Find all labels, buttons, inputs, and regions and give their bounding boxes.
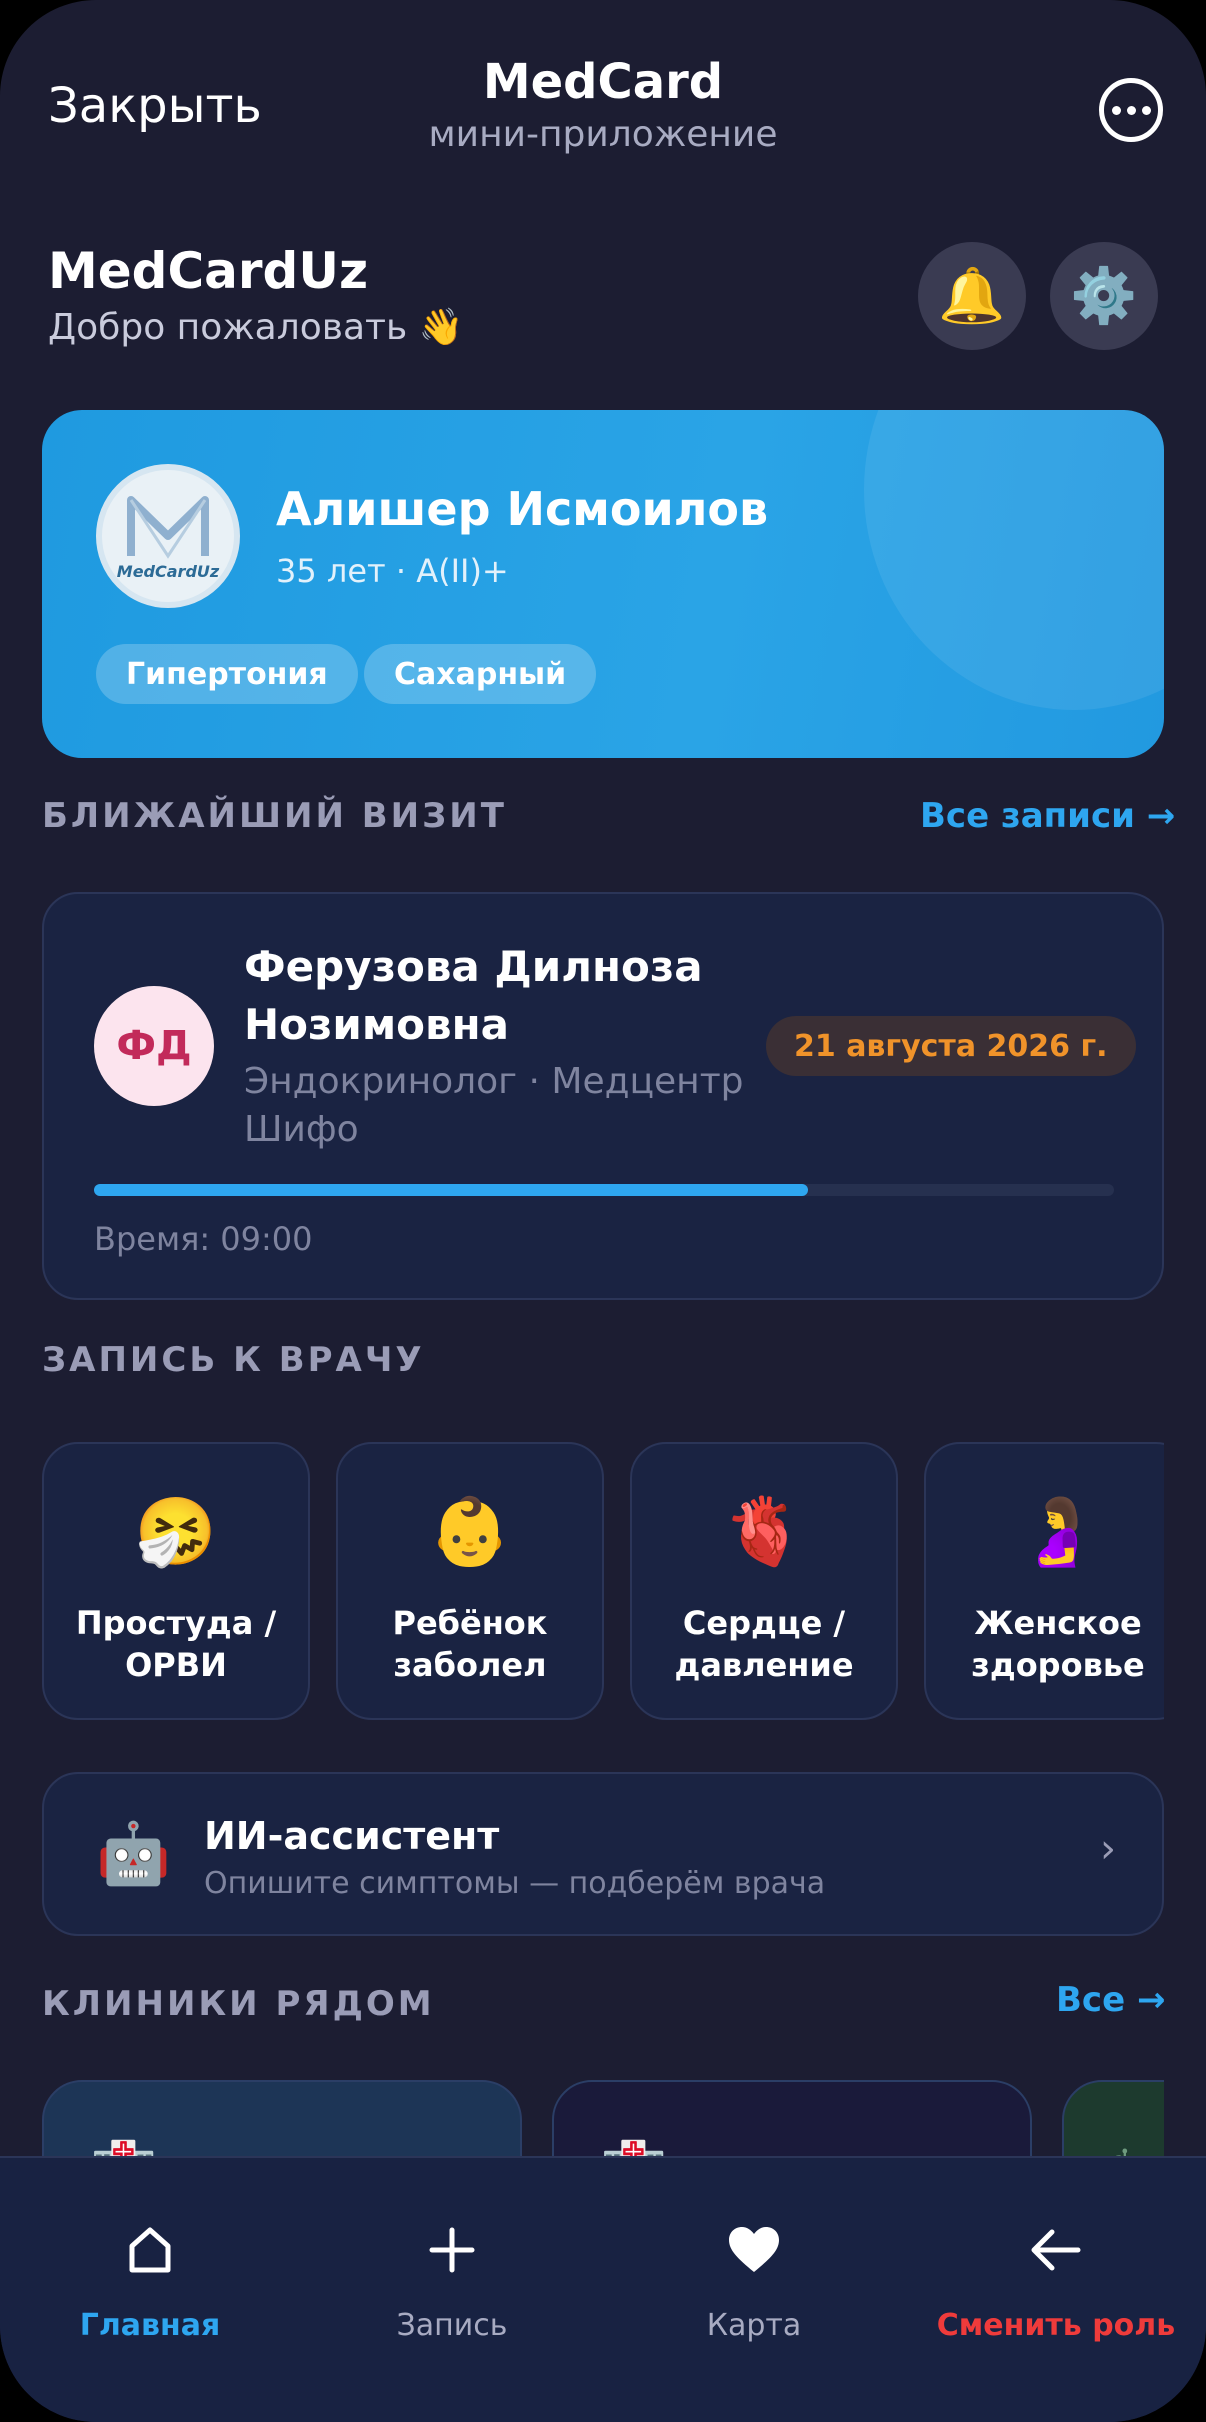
chevron-right-icon: › [1100, 1826, 1116, 1872]
welcome-text: Добро пожаловать 👋 [48, 307, 464, 348]
bottom-navigation: Главная Запись Карта Сменить роль [0, 2156, 1206, 2422]
clinic-card[interactable]: ⚕ [1062, 2080, 1164, 2160]
visit-progress-bar [94, 1184, 1114, 1196]
sneezing-face-icon: 🤧 [134, 1493, 218, 1570]
bell-icon: 🔔 [938, 264, 1006, 327]
brand-name: MedCardUz [48, 242, 369, 300]
category-tile-child[interactable]: 👶 Ребёнок заболел [336, 1442, 604, 1720]
category-label: Простуда / ОРВИ [75, 1604, 277, 1684]
patient-profile-card[interactable]: MedCardUz Алишер Исмоилов 35 лет · A(II)… [42, 410, 1164, 758]
category-label: Сердце / давление [674, 1604, 854, 1684]
category-carousel[interactable]: 🤧 Простуда / ОРВИ 👶 Ребёнок заболел 🫀 Се… [0, 1400, 1164, 1760]
nav-home[interactable]: Главная [0, 2210, 300, 2343]
visit-date-badge: 21 августа 2026 г. [766, 1016, 1136, 1076]
more-dot-icon [1126, 105, 1136, 115]
nav-switch-role[interactable]: Сменить роль [906, 2210, 1206, 2343]
settings-button[interactable]: ⚙️ [1050, 242, 1158, 350]
condition-tag: Гипертония [96, 644, 358, 704]
pregnant-woman-icon: 🤰 [1016, 1493, 1100, 1570]
clinic-card[interactable]: 🏥 [42, 2080, 522, 2160]
heart-organ-icon: 🫀 [722, 1493, 806, 1570]
logo-m-icon [127, 495, 209, 559]
patient-name: Алишер Исмоилов [276, 482, 769, 536]
ai-assistant-title: ИИ-ассистент [204, 1814, 500, 1858]
heart-icon [604, 2210, 904, 2290]
nav-label: Запись [396, 2308, 508, 2343]
nav-label: Карта [706, 2308, 802, 2343]
ai-assistant-subtitle: Опишите симптомы — подберём врача [204, 1866, 826, 1901]
more-dot-icon [1111, 105, 1121, 115]
all-clinics-link[interactable]: Все → [1056, 1980, 1165, 2020]
category-tile-women[interactable]: 🤰 Женское здоровье [924, 1442, 1164, 1720]
logo-text: MedCardUz [116, 561, 220, 581]
nav-booking[interactable]: Запись [302, 2210, 602, 2343]
doctor-specialty: Эндокринолог · Медцентр Шифо [244, 1061, 744, 1150]
visit-progress-fill [94, 1184, 808, 1196]
next-visit-heading: БЛИЖАЙШИЙ ВИЗИТ [42, 796, 507, 836]
ai-assistant-card[interactable]: 🤖 ИИ-ассистент Опишите симптомы — подбер… [42, 1772, 1164, 1936]
arrow-left-icon [906, 2210, 1206, 2290]
category-label: Ребёнок заболел [392, 1604, 548, 1684]
gear-icon: ⚙️ [1070, 264, 1138, 327]
category-tile-cold[interactable]: 🤧 Простуда / ОРВИ [42, 1442, 310, 1720]
nav-label: Сменить роль [936, 2308, 1176, 2343]
robot-icon: 🤖 [96, 1819, 171, 1889]
condition-tag: Сахарный [364, 644, 597, 704]
clinics-carousel[interactable]: 🏥 🏥 ⚕ [0, 2070, 1164, 2160]
doctor-name: Ферузова Дилноза Нозимовна [244, 942, 703, 1049]
more-options-button[interactable] [1099, 78, 1163, 142]
nav-card[interactable]: Карта [604, 2210, 904, 2343]
baby-icon: 👶 [428, 1493, 512, 1570]
visit-time: Время: 09:00 [94, 1220, 313, 1258]
app-subtitle: мини-приложение [428, 114, 778, 155]
notifications-button[interactable]: 🔔 [918, 242, 1026, 350]
more-dot-icon [1141, 105, 1151, 115]
home-icon [0, 2210, 300, 2290]
plus-icon [302, 2210, 602, 2290]
doctor-avatar: ФД [94, 986, 214, 1106]
all-appointments-link[interactable]: Все записи → [920, 796, 1175, 836]
app-title: MedCard [482, 54, 724, 110]
clinic-card[interactable]: 🏥 [552, 2080, 1032, 2160]
category-label: Женское здоровье [971, 1604, 1145, 1684]
app-screen: Закрыть MedCard мини-приложение MedCardU… [0, 0, 1206, 2422]
booking-heading: ЗАПИСЬ К ВРАЧУ [42, 1340, 425, 1380]
clinics-heading: КЛИНИКИ РЯДОМ [42, 1984, 435, 2024]
medcard-logo: MedCardUz [96, 464, 240, 608]
decorative-circle [864, 410, 1164, 710]
nav-label: Главная [79, 2308, 221, 2343]
category-tile-heart[interactable]: 🫀 Сердце / давление [630, 1442, 898, 1720]
patient-meta: 35 лет · A(II)+ [276, 552, 509, 590]
next-visit-card[interactable]: ФД Ферузова Дилноза Нозимовна Эндокринол… [42, 892, 1164, 1300]
